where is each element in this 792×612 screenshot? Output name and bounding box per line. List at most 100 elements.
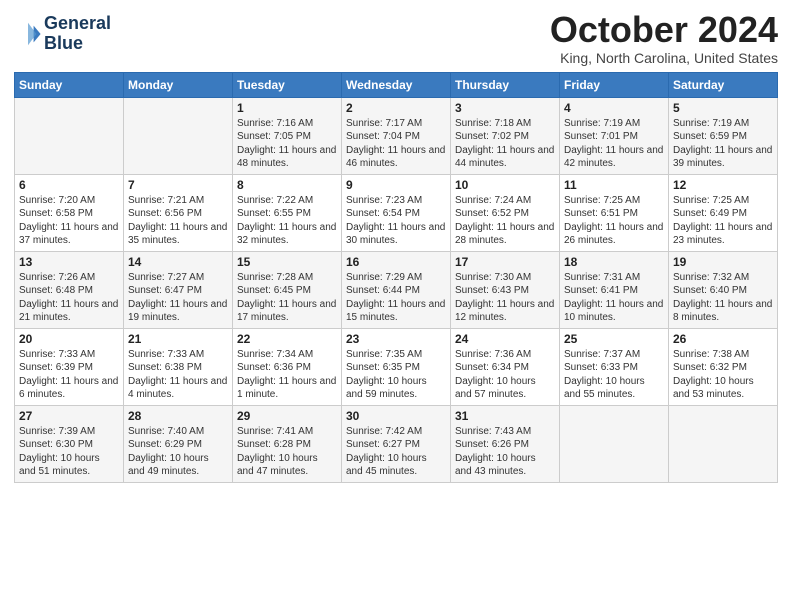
day-number: 5	[673, 101, 773, 115]
day-cell: 17 Sunrise: 7:30 AM Sunset: 6:43 PM Dayli…	[451, 251, 560, 328]
day-detail: Sunrise: 7:28 AM Sunset: 6:45 PM Dayligh…	[237, 271, 337, 325]
day-number: 26	[673, 332, 773, 346]
logo: General Blue	[14, 14, 111, 54]
day-number: 21	[128, 332, 228, 346]
day-cell: 28 Sunrise: 7:40 AM Sunset: 6:29 PM Dayli…	[124, 405, 233, 482]
day-number: 17	[455, 255, 555, 269]
day-cell: 29 Sunrise: 7:41 AM Sunset: 6:28 PM Dayli…	[233, 405, 342, 482]
day-detail: Sunrise: 7:21 AM Sunset: 6:56 PM Dayligh…	[128, 194, 228, 248]
day-cell: 20 Sunrise: 7:33 AM Sunset: 6:39 PM Dayli…	[15, 328, 124, 405]
location: King, North Carolina, United States	[550, 50, 778, 66]
day-detail: Sunrise: 7:27 AM Sunset: 6:47 PM Dayligh…	[128, 271, 228, 325]
day-number: 16	[346, 255, 446, 269]
day-header-wednesday: Wednesday	[342, 72, 451, 97]
header: General Blue October 2024 King, North Ca…	[14, 10, 778, 66]
day-detail: Sunrise: 7:25 AM Sunset: 6:51 PM Dayligh…	[564, 194, 664, 248]
day-cell	[124, 97, 233, 174]
day-cell: 26 Sunrise: 7:38 AM Sunset: 6:32 PM Dayli…	[669, 328, 778, 405]
day-detail: Sunrise: 7:37 AM Sunset: 6:33 PM Dayligh…	[564, 348, 664, 402]
week-row-4: 20 Sunrise: 7:33 AM Sunset: 6:39 PM Dayli…	[15, 328, 778, 405]
day-cell: 19 Sunrise: 7:32 AM Sunset: 6:40 PM Dayli…	[669, 251, 778, 328]
day-detail: Sunrise: 7:34 AM Sunset: 6:36 PM Dayligh…	[237, 348, 337, 402]
day-detail: Sunrise: 7:39 AM Sunset: 6:30 PM Dayligh…	[19, 425, 119, 479]
day-cell	[15, 97, 124, 174]
day-cell: 23Sunrise: 7:35 AM Sunset: 6:35 PM Dayli…	[342, 328, 451, 405]
day-detail: Sunrise: 7:19 AM Sunset: 6:59 PM Dayligh…	[673, 117, 773, 171]
day-detail: Sunrise: 7:25 AM Sunset: 6:49 PM Dayligh…	[673, 194, 773, 248]
day-number: 31	[455, 409, 555, 423]
day-cell	[560, 405, 669, 482]
logo-line2: Blue	[44, 34, 111, 54]
day-cell: 12 Sunrise: 7:25 AM Sunset: 6:49 PM Dayli…	[669, 174, 778, 251]
day-number: 24	[455, 332, 555, 346]
day-cell: 27Sunrise: 7:39 AM Sunset: 6:30 PM Dayli…	[15, 405, 124, 482]
week-row-1: 1Sunrise: 7:16 AM Sunset: 7:05 PM Daylig…	[15, 97, 778, 174]
calendar-table: SundayMondayTuesdayWednesdayThursdayFrid…	[14, 72, 778, 483]
day-detail: Sunrise: 7:43 AM Sunset: 6:26 PM Dayligh…	[455, 425, 555, 479]
calendar-container: General Blue October 2024 King, North Ca…	[0, 0, 792, 493]
day-detail: Sunrise: 7:36 AM Sunset: 6:34 PM Dayligh…	[455, 348, 555, 402]
logo-icon	[14, 20, 42, 48]
day-number: 14	[128, 255, 228, 269]
day-number: 12	[673, 178, 773, 192]
day-header-tuesday: Tuesday	[233, 72, 342, 97]
day-cell: 5 Sunrise: 7:19 AM Sunset: 6:59 PM Daylig…	[669, 97, 778, 174]
day-cell: 3Sunrise: 7:18 AM Sunset: 7:02 PM Daylig…	[451, 97, 560, 174]
day-detail: Sunrise: 7:40 AM Sunset: 6:29 PM Dayligh…	[128, 425, 228, 479]
day-cell: 31 Sunrise: 7:43 AM Sunset: 6:26 PM Dayli…	[451, 405, 560, 482]
day-cell: 24 Sunrise: 7:36 AM Sunset: 6:34 PM Dayli…	[451, 328, 560, 405]
day-cell: 22Sunrise: 7:34 AM Sunset: 6:36 PM Dayli…	[233, 328, 342, 405]
day-cell: 9 Sunrise: 7:23 AM Sunset: 6:54 PM Daylig…	[342, 174, 451, 251]
day-detail: Sunrise: 7:30 AM Sunset: 6:43 PM Dayligh…	[455, 271, 555, 325]
day-detail: Sunrise: 7:31 AM Sunset: 6:41 PM Dayligh…	[564, 271, 664, 325]
day-number: 23	[346, 332, 446, 346]
day-detail: Sunrise: 7:19 AM Sunset: 7:01 PM Dayligh…	[564, 117, 664, 171]
day-number: 9	[346, 178, 446, 192]
week-row-2: 6Sunrise: 7:20 AM Sunset: 6:58 PM Daylig…	[15, 174, 778, 251]
day-detail: Sunrise: 7:29 AM Sunset: 6:44 PM Dayligh…	[346, 271, 446, 325]
day-number: 4	[564, 101, 664, 115]
day-cell: 7 Sunrise: 7:21 AM Sunset: 6:56 PM Daylig…	[124, 174, 233, 251]
logo-line1: General	[44, 14, 111, 34]
day-number: 28	[128, 409, 228, 423]
day-detail: Sunrise: 7:42 AM Sunset: 6:27 PM Dayligh…	[346, 425, 446, 479]
day-cell: 21Sunrise: 7:33 AM Sunset: 6:38 PM Dayli…	[124, 328, 233, 405]
day-detail: Sunrise: 7:22 AM Sunset: 6:55 PM Dayligh…	[237, 194, 337, 248]
day-detail: Sunrise: 7:20 AM Sunset: 6:58 PM Dayligh…	[19, 194, 119, 248]
day-cell: 8 Sunrise: 7:22 AM Sunset: 6:55 PM Daylig…	[233, 174, 342, 251]
day-number: 8	[237, 178, 337, 192]
day-header-saturday: Saturday	[669, 72, 778, 97]
day-cell: 10Sunrise: 7:24 AM Sunset: 6:52 PM Dayli…	[451, 174, 560, 251]
day-cell: 16 Sunrise: 7:29 AM Sunset: 6:44 PM Dayli…	[342, 251, 451, 328]
day-number: 3	[455, 101, 555, 115]
day-detail: Sunrise: 7:23 AM Sunset: 6:54 PM Dayligh…	[346, 194, 446, 248]
day-cell: 4 Sunrise: 7:19 AM Sunset: 7:01 PM Daylig…	[560, 97, 669, 174]
day-number: 20	[19, 332, 119, 346]
day-number: 11	[564, 178, 664, 192]
day-detail: Sunrise: 7:32 AM Sunset: 6:40 PM Dayligh…	[673, 271, 773, 325]
day-detail: Sunrise: 7:38 AM Sunset: 6:32 PM Dayligh…	[673, 348, 773, 402]
day-detail: Sunrise: 7:17 AM Sunset: 7:04 PM Dayligh…	[346, 117, 446, 171]
day-header-friday: Friday	[560, 72, 669, 97]
week-row-3: 13 Sunrise: 7:26 AM Sunset: 6:48 PM Dayli…	[15, 251, 778, 328]
day-cell: 30 Sunrise: 7:42 AM Sunset: 6:27 PM Dayli…	[342, 405, 451, 482]
day-detail: Sunrise: 7:33 AM Sunset: 6:39 PM Dayligh…	[19, 348, 119, 402]
day-detail: Sunrise: 7:26 AM Sunset: 6:48 PM Dayligh…	[19, 271, 119, 325]
day-number: 10	[455, 178, 555, 192]
day-header-thursday: Thursday	[451, 72, 560, 97]
day-cell: 13 Sunrise: 7:26 AM Sunset: 6:48 PM Dayli…	[15, 251, 124, 328]
day-number: 18	[564, 255, 664, 269]
title-area: October 2024 King, North Carolina, Unite…	[550, 10, 778, 66]
day-cell: 11 Sunrise: 7:25 AM Sunset: 6:51 PM Dayli…	[560, 174, 669, 251]
day-detail: Sunrise: 7:41 AM Sunset: 6:28 PM Dayligh…	[237, 425, 337, 479]
day-number: 2	[346, 101, 446, 115]
day-number: 19	[673, 255, 773, 269]
day-cell: 25 Sunrise: 7:37 AM Sunset: 6:33 PM Dayli…	[560, 328, 669, 405]
day-number: 30	[346, 409, 446, 423]
day-number: 7	[128, 178, 228, 192]
day-number: 13	[19, 255, 119, 269]
day-cell: 1Sunrise: 7:16 AM Sunset: 7:05 PM Daylig…	[233, 97, 342, 174]
day-number: 29	[237, 409, 337, 423]
day-detail: Sunrise: 7:16 AM Sunset: 7:05 PM Dayligh…	[237, 117, 337, 171]
day-number: 25	[564, 332, 664, 346]
